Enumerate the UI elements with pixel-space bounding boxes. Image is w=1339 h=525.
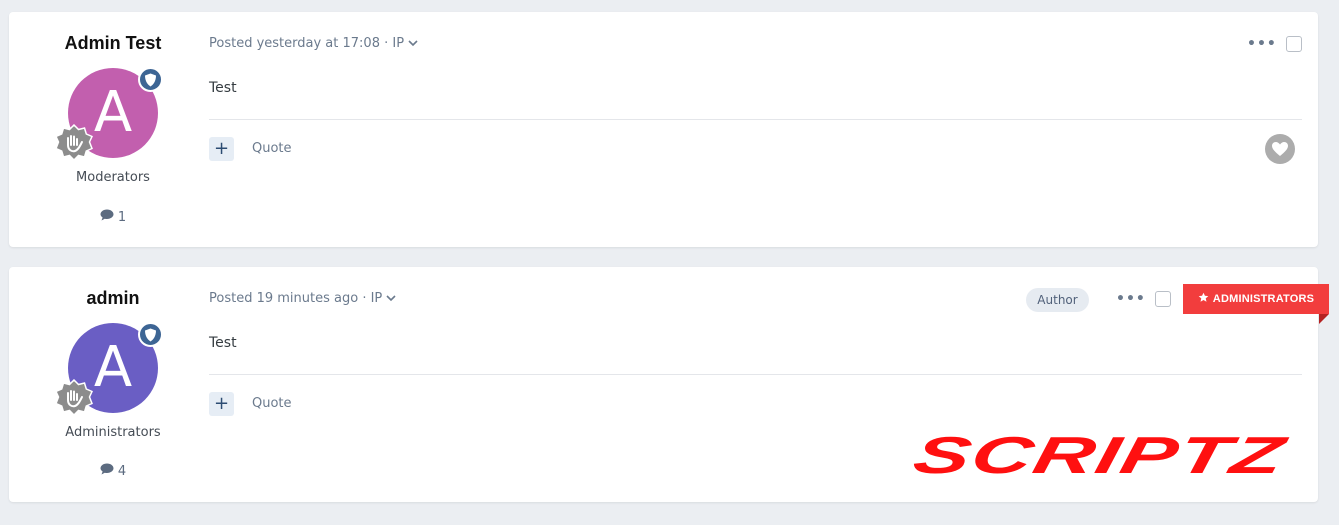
post-count-value: 1 (117, 209, 127, 225)
post-content: Test (209, 80, 237, 96)
post-meta-text[interactable]: Posted 19 minutes ago · IP (209, 291, 382, 306)
author-column: admin A Administrators 4 (9, 267, 217, 502)
divider (209, 119, 1302, 120)
post-meta: Posted yesterday at 17:08 · IP (209, 36, 418, 51)
watermark-logo: SCRIPTZ (900, 427, 1295, 485)
rank-hand-icon (55, 124, 93, 162)
ribbon-fold (1319, 314, 1329, 324)
group-name: Administrators (65, 425, 161, 440)
author-badge: Author (1026, 288, 1089, 312)
star-icon (1198, 292, 1209, 306)
svg-text:SCRIPTZ: SCRIPTZ (908, 430, 1292, 480)
chevron-down-icon[interactable] (386, 291, 396, 306)
rank-hand-icon (55, 379, 93, 417)
author-name[interactable]: admin (9, 288, 217, 309)
group-name: Moderators (76, 170, 150, 185)
post-count-value: 4 (117, 463, 127, 479)
author-name[interactable]: Admin Test (9, 33, 217, 54)
comment-icon (100, 463, 114, 479)
heart-icon[interactable] (1265, 134, 1295, 164)
comment-icon (100, 209, 114, 225)
quote-button[interactable]: Quote (252, 141, 292, 156)
group-ribbon: ADMINISTRATORS (1183, 284, 1329, 314)
post-meta: Posted 19 minutes ago · IP (209, 291, 396, 306)
quote-button[interactable]: Quote (252, 396, 292, 411)
post: Admin Test A Moderators 1 Posted yesterd… (9, 12, 1318, 247)
post-count[interactable]: 1 (9, 209, 217, 225)
ribbon-label: ADMINISTRATORS (1212, 293, 1315, 305)
author-column: Admin Test A Moderators 1 (9, 12, 217, 247)
more-icon[interactable]: ••• (1116, 292, 1146, 306)
divider (209, 374, 1302, 375)
post-count[interactable]: 4 (9, 463, 217, 479)
post-content: Test (209, 335, 237, 351)
post-select-checkbox[interactable] (1155, 291, 1171, 307)
chevron-down-icon[interactable] (408, 36, 418, 51)
multiquote-button[interactable]: + (209, 137, 234, 161)
post-select-checkbox[interactable] (1286, 36, 1302, 52)
shield-icon (138, 322, 163, 347)
multiquote-button[interactable]: + (209, 392, 234, 416)
more-icon[interactable]: ••• (1247, 37, 1277, 51)
shield-icon (138, 67, 163, 92)
post-meta-text[interactable]: Posted yesterday at 17:08 · IP (209, 36, 404, 51)
